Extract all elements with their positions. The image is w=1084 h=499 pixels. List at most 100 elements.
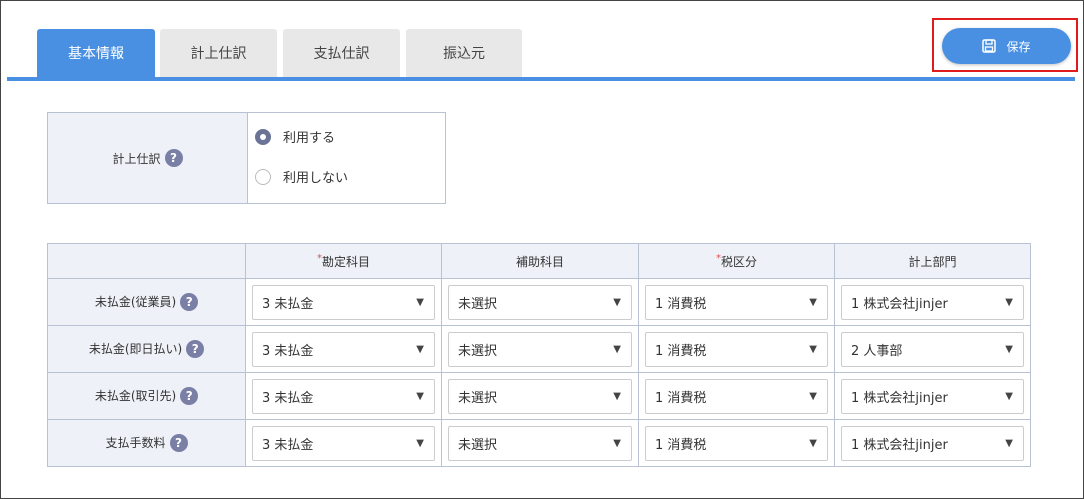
tab-label: 基本情報 [68,46,124,62]
row-label: 未払金(従業員) [94,295,177,309]
select-value: 1 消費税 [655,343,707,359]
radio-button-selected[interactable] [255,128,271,145]
sub-account-select[interactable]: 未選択 ▼ [448,331,632,367]
select-value: 3 未払金 [262,437,314,453]
chevron-down-icon: ▼ [1005,296,1013,308]
row-label: 支払手数料 [105,436,166,450]
radio-label: 利用しない [283,171,349,186]
sub-account-cell: 未選択 ▼ [441,419,639,467]
tab-label: 振込元 [443,46,485,62]
sub-account-cell: 未選択 ▼ [441,278,639,326]
help-icon[interactable]: ? [180,387,199,405]
help-icon[interactable]: ? [186,340,205,358]
department-cell: 1 株式会社jinjer ▼ [834,372,1031,420]
account-select[interactable]: 3 未払金 ▼ [252,284,435,320]
accounting-entry-setting: 計上仕訳 ? 利用する 利用しない [47,112,446,204]
chevron-down-icon: ▼ [809,343,817,355]
chevron-down-icon: ▼ [416,296,424,308]
chevron-down-icon: ▼ [1005,343,1013,355]
chevron-down-icon: ▼ [613,343,621,355]
sub-account-cell: 未選択 ▼ [441,325,639,373]
column-header-label: 補助科目 [515,254,564,269]
select-value: 3 未払金 [262,390,314,406]
radio-button[interactable] [255,168,271,185]
column-header-label: 税区分 [720,254,757,269]
save-button[interactable]: 保存 [942,28,1071,64]
tax-select[interactable]: 1 消費税 ▼ [645,331,828,367]
tab-payment-entry[interactable]: 支払仕訳 [283,29,400,77]
select-value: 未選択 [458,437,498,453]
tab-underline [7,77,1075,81]
table-row: 未払金(取引先)? 3 未払金 ▼ 未選択 ▼ 1 消費税 ▼ 1 株式会社jinje… [47,372,1031,420]
radio-not-use[interactable]: 利用しない [255,167,348,186]
tax-cell: 1 消費税 ▼ [638,419,835,467]
chevron-down-icon: ▼ [613,437,621,449]
column-header-department: 計上部門 [834,243,1031,279]
chevron-down-icon: ▼ [416,390,424,402]
chevron-down-icon: ▼ [613,390,621,402]
select-value: 1 株式会社jinjer [851,437,948,453]
tax-select[interactable]: 1 消費税 ▼ [645,284,828,320]
table-row: 未払金(即日払い)? 3 未払金 ▼ 未選択 ▼ 1 消費税 ▼ 2 人事部 ▼ [47,325,1031,373]
select-value: 未選択 [458,343,498,359]
chevron-down-icon: ▼ [416,437,424,449]
column-header-tax: *税区分 [638,243,835,279]
select-value: 1 株式会社jinjer [851,296,948,312]
tax-cell: 1 消費税 ▼ [638,325,835,373]
department-select[interactable]: 1 株式会社jinjer ▼ [841,284,1024,320]
save-button-label: 保存 [1006,39,1031,54]
radio-use[interactable]: 利用する [255,127,335,146]
chevron-down-icon: ▼ [416,343,424,355]
accounting-entry-label-text: 計上仕訳 [112,151,161,166]
row-label-cell: 未払金(即日払い)? [47,325,246,373]
account-cell: 3 未払金 ▼ [245,372,442,420]
account-select[interactable]: 3 未払金 ▼ [252,331,435,367]
tab-accrual-entry[interactable]: 計上仕訳 [160,29,277,77]
sub-account-select[interactable]: 未選択 ▼ [448,425,632,461]
account-cell: 3 未払金 ▼ [245,278,442,326]
row-label-cell: 未払金(従業員)? [47,278,246,326]
select-value: 未選択 [458,296,498,312]
help-icon[interactable]: ? [164,149,183,167]
select-value: 2 人事部 [851,343,903,359]
tax-cell: 1 消費税 ▼ [638,372,835,420]
department-select[interactable]: 2 人事部 ▼ [841,331,1024,367]
sub-account-cell: 未選択 ▼ [441,372,639,420]
help-icon[interactable]: ? [169,434,188,452]
select-value: 1 消費税 [655,296,707,312]
sub-account-select[interactable]: 未選択 ▼ [448,378,632,414]
chevron-down-icon: ▼ [809,390,817,402]
column-header-account: *勘定科目 [245,243,442,279]
account-select[interactable]: 3 未払金 ▼ [252,425,435,461]
row-label: 未払金(取引先) [94,389,177,403]
select-value: 3 未払金 [262,343,314,359]
department-cell: 2 人事部 ▼ [834,325,1031,373]
account-settings-table: *勘定科目 補助科目 *税区分 計上部門 未払金(従業員)? 3 未払金 ▼ 未… [47,243,1031,467]
help-icon[interactable]: ? [180,293,199,311]
tab-transfer-source[interactable]: 振込元 [406,29,522,77]
chevron-down-icon: ▼ [809,296,817,308]
tax-select[interactable]: 1 消費税 ▼ [645,378,828,414]
accounting-entry-label: 計上仕訳 ? [48,113,248,203]
chevron-down-icon: ▼ [1005,437,1013,449]
save-icon [982,39,997,53]
chevron-down-icon: ▼ [809,437,817,449]
tax-select[interactable]: 1 消費税 ▼ [645,425,828,461]
department-cell: 1 株式会社jinjer ▼ [834,278,1031,326]
tab-basic-info[interactable]: 基本情報 [37,29,155,77]
department-select[interactable]: 1 株式会社jinjer ▼ [841,378,1024,414]
select-value: 3 未払金 [262,296,314,312]
select-value: 1 消費税 [655,390,707,406]
select-value: 未選択 [458,390,498,406]
table-row: 未払金(従業員)? 3 未払金 ▼ 未選択 ▼ 1 消費税 ▼ 1 株式会社jinje… [47,278,1031,326]
page-frame: 基本情報 計上仕訳 支払仕訳 振込元 保存 計上仕訳 ? 利用する 利用しない [0,0,1084,499]
department-select[interactable]: 1 株式会社jinjer ▼ [841,425,1024,461]
column-header-label: 計上部門 [908,254,957,269]
sub-account-select[interactable]: 未選択 ▼ [448,284,632,320]
select-value: 1 消費税 [655,437,707,453]
column-header-sub-account: 補助科目 [441,243,639,279]
table-row: 支払手数料? 3 未払金 ▼ 未選択 ▼ 1 消費税 ▼ 1 株式会社jinjer ▼ [47,419,1031,467]
tab-label: 支払仕訳 [313,46,370,62]
row-label-cell: 支払手数料? [47,419,246,467]
account-select[interactable]: 3 未払金 ▼ [252,378,435,414]
